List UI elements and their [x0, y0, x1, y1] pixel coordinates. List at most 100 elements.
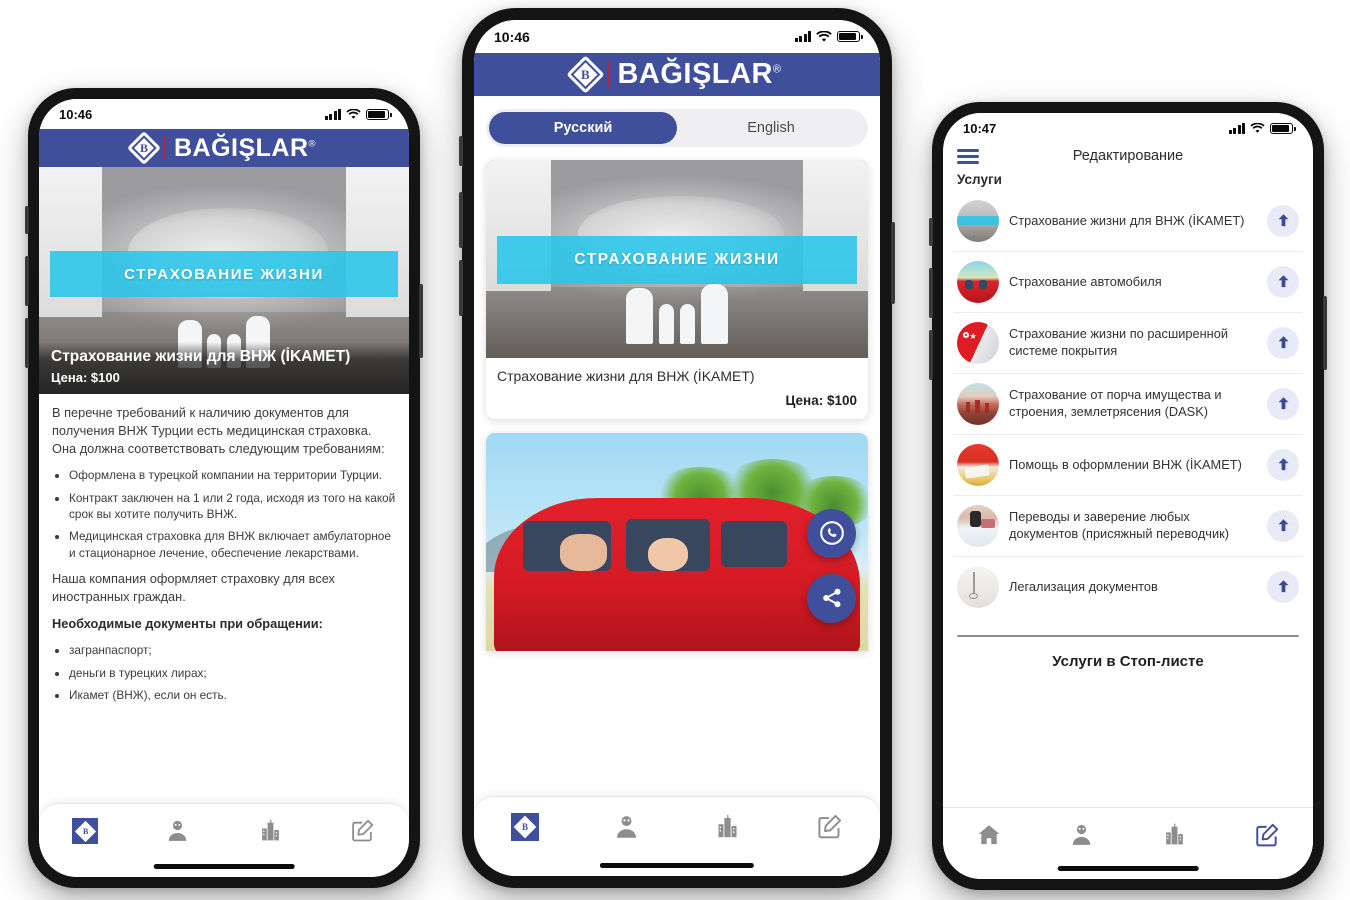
status-bar: 10:47	[943, 113, 1313, 143]
volume-up-button[interactable]	[25, 256, 29, 306]
cellular-signal-icon	[324, 108, 341, 120]
language-option-russian[interactable]: Русский	[489, 112, 677, 144]
edit-tab[interactable]	[779, 813, 881, 840]
edit-square-icon	[818, 814, 841, 839]
publish-button[interactable]	[1267, 265, 1299, 298]
list-item[interactable]: Легализация документов	[953, 557, 1303, 617]
list-item[interactable]: Страхование от порча имущества и строени…	[953, 374, 1303, 435]
services-list: Страхование жизни для ВНЖ (İKAMET) Страх…	[943, 191, 1313, 617]
phone-right-screen: 10:47 Редактирование Услуги Страхование …	[943, 113, 1313, 879]
brand-title: BAĞIŞLAR®	[173, 133, 317, 162]
diamond-logo-icon: B	[566, 55, 606, 94]
home-tab[interactable]	[943, 822, 1036, 848]
volume-up-button[interactable]	[459, 192, 463, 248]
list-item: Икамет (ВНЖ), если он есть.	[69, 687, 396, 703]
publish-button[interactable]	[1267, 448, 1299, 481]
requirements-list: Оформлена в турецкой компании на террито…	[52, 467, 396, 560]
publish-icon	[1278, 519, 1288, 532]
language-option-english[interactable]: English	[677, 112, 865, 144]
hero-image: СТРАХОВАНИЕ ЖИЗНИ Страхование жизни для …	[39, 167, 409, 394]
phone-left: 10:46 B BAĞIŞLAR® СТРАХОВАНИЕ ЖИЗНИ Стра…	[25, 88, 423, 888]
list-item[interactable]: Страхование жизни по расширенной системе…	[953, 313, 1303, 374]
publish-button[interactable]	[1267, 570, 1299, 603]
status-time: 10:46	[494, 28, 530, 45]
publish-button[interactable]	[1267, 326, 1299, 359]
list-item: Оформлена в турецкой компании на террито…	[69, 467, 396, 483]
power-button[interactable]	[1323, 296, 1327, 370]
publish-icon	[1278, 458, 1288, 471]
service-card-car-insurance[interactable]	[486, 432, 868, 651]
person-icon	[616, 816, 636, 838]
volume-up-button[interactable]	[929, 268, 933, 318]
battery-icon	[1270, 122, 1296, 134]
whatsapp-call-button[interactable]	[807, 508, 856, 558]
article-body: В перечне требований к наличию документо…	[39, 394, 409, 716]
hero-price: Цена: $100	[51, 370, 120, 385]
phone-center: 10:46 B BAĞIŞLAR® Русский English СТРАХО…	[459, 8, 895, 888]
share-button[interactable]	[807, 573, 856, 623]
diamond-logo-icon: B	[72, 818, 99, 844]
list-item[interactable]: Помощь в оформлении ВНЖ (İKAMET)	[953, 435, 1303, 496]
buildings-icon	[261, 819, 279, 841]
person-icon	[169, 820, 187, 841]
earthquake-house-thumb	[957, 382, 999, 425]
service-card-life-insurance[interactable]: СТРАХОВАНИЕ ЖИЗНИ Страхование жизни для …	[486, 160, 868, 419]
wifi-icon	[346, 108, 361, 119]
buildings-icon	[1165, 823, 1183, 845]
card-hero-image: СТРАХОВАНИЕ ЖИЗНИ	[486, 160, 868, 358]
list-item: загранпаспорт;	[69, 642, 396, 658]
top-nav-bar: Редактирование	[943, 143, 1313, 172]
cellular-signal-icon	[1228, 122, 1245, 134]
mute-switch[interactable]	[459, 136, 463, 166]
profile-tab[interactable]	[1036, 822, 1129, 847]
publish-icon	[1278, 214, 1288, 227]
brand-logo-tab[interactable]: B	[474, 813, 576, 841]
battery-icon	[837, 31, 863, 42]
phone-center-screen: 10:46 B BAĞIŞLAR® Русский English СТРАХО…	[474, 20, 880, 876]
publish-button[interactable]	[1267, 204, 1299, 237]
screenshot-stage: 10:46 B BAĞIŞLAR® СТРАХОВАНИЕ ЖИЗНИ Стра…	[0, 0, 1350, 900]
volume-down-button[interactable]	[25, 318, 29, 368]
edit-tab[interactable]	[1221, 822, 1314, 848]
figure-child-1	[659, 304, 675, 344]
company-tab[interactable]	[677, 813, 779, 840]
status-time: 10:46	[59, 106, 93, 122]
list-item[interactable]: Страхование жизни для ВНЖ (İKAMET)	[953, 191, 1303, 252]
logo-separator	[607, 61, 610, 88]
volume-down-button[interactable]	[459, 260, 463, 316]
section-divider	[957, 634, 1299, 637]
documents-heading: Необходимые документы при обращении:	[52, 616, 323, 632]
section-title: Услуги	[957, 171, 1002, 187]
power-button[interactable]	[891, 222, 895, 304]
brand-logo-tab[interactable]: B	[39, 818, 132, 844]
list-item[interactable]: Страхование автомобиля	[953, 252, 1303, 313]
child-figure	[647, 537, 688, 571]
mute-switch[interactable]	[929, 218, 933, 246]
status-bar: 10:46	[474, 20, 880, 53]
volume-down-button[interactable]	[929, 330, 933, 380]
car-photo	[486, 432, 868, 651]
figure-mother	[626, 288, 654, 344]
hamburger-icon[interactable]	[957, 149, 979, 164]
brand-title: BAĞIŞLAR®	[617, 58, 782, 90]
share-icon	[822, 588, 840, 608]
language-switcher[interactable]: Русский English	[486, 109, 868, 147]
list-item: Контракт заключен на 1 или 2 года, исход…	[69, 490, 396, 523]
diamond-logo-icon: B	[510, 813, 539, 841]
mute-switch[interactable]	[25, 206, 29, 234]
documents-list: загранпаспорт; деньги в турецких лирах; …	[52, 642, 396, 703]
company-tab[interactable]	[224, 818, 317, 843]
publish-button[interactable]	[1267, 509, 1299, 542]
profile-tab[interactable]	[132, 818, 225, 843]
translation-stamp-thumb	[957, 504, 999, 547]
list-item[interactable]: Переводы и заверение любых документов (п…	[953, 496, 1303, 557]
article-paragraph-2: Наша компания оформляет страховку для вс…	[52, 570, 335, 604]
publish-button[interactable]	[1267, 387, 1299, 420]
edit-tab[interactable]	[317, 818, 410, 843]
power-button[interactable]	[419, 284, 423, 358]
home-indicator	[1057, 866, 1199, 871]
residence-permit-thumb	[957, 443, 999, 486]
profile-tab[interactable]	[576, 813, 678, 840]
company-tab[interactable]	[1128, 822, 1221, 847]
card-banner: СТРАХОВАНИЕ ЖИЗНИ	[497, 236, 857, 284]
